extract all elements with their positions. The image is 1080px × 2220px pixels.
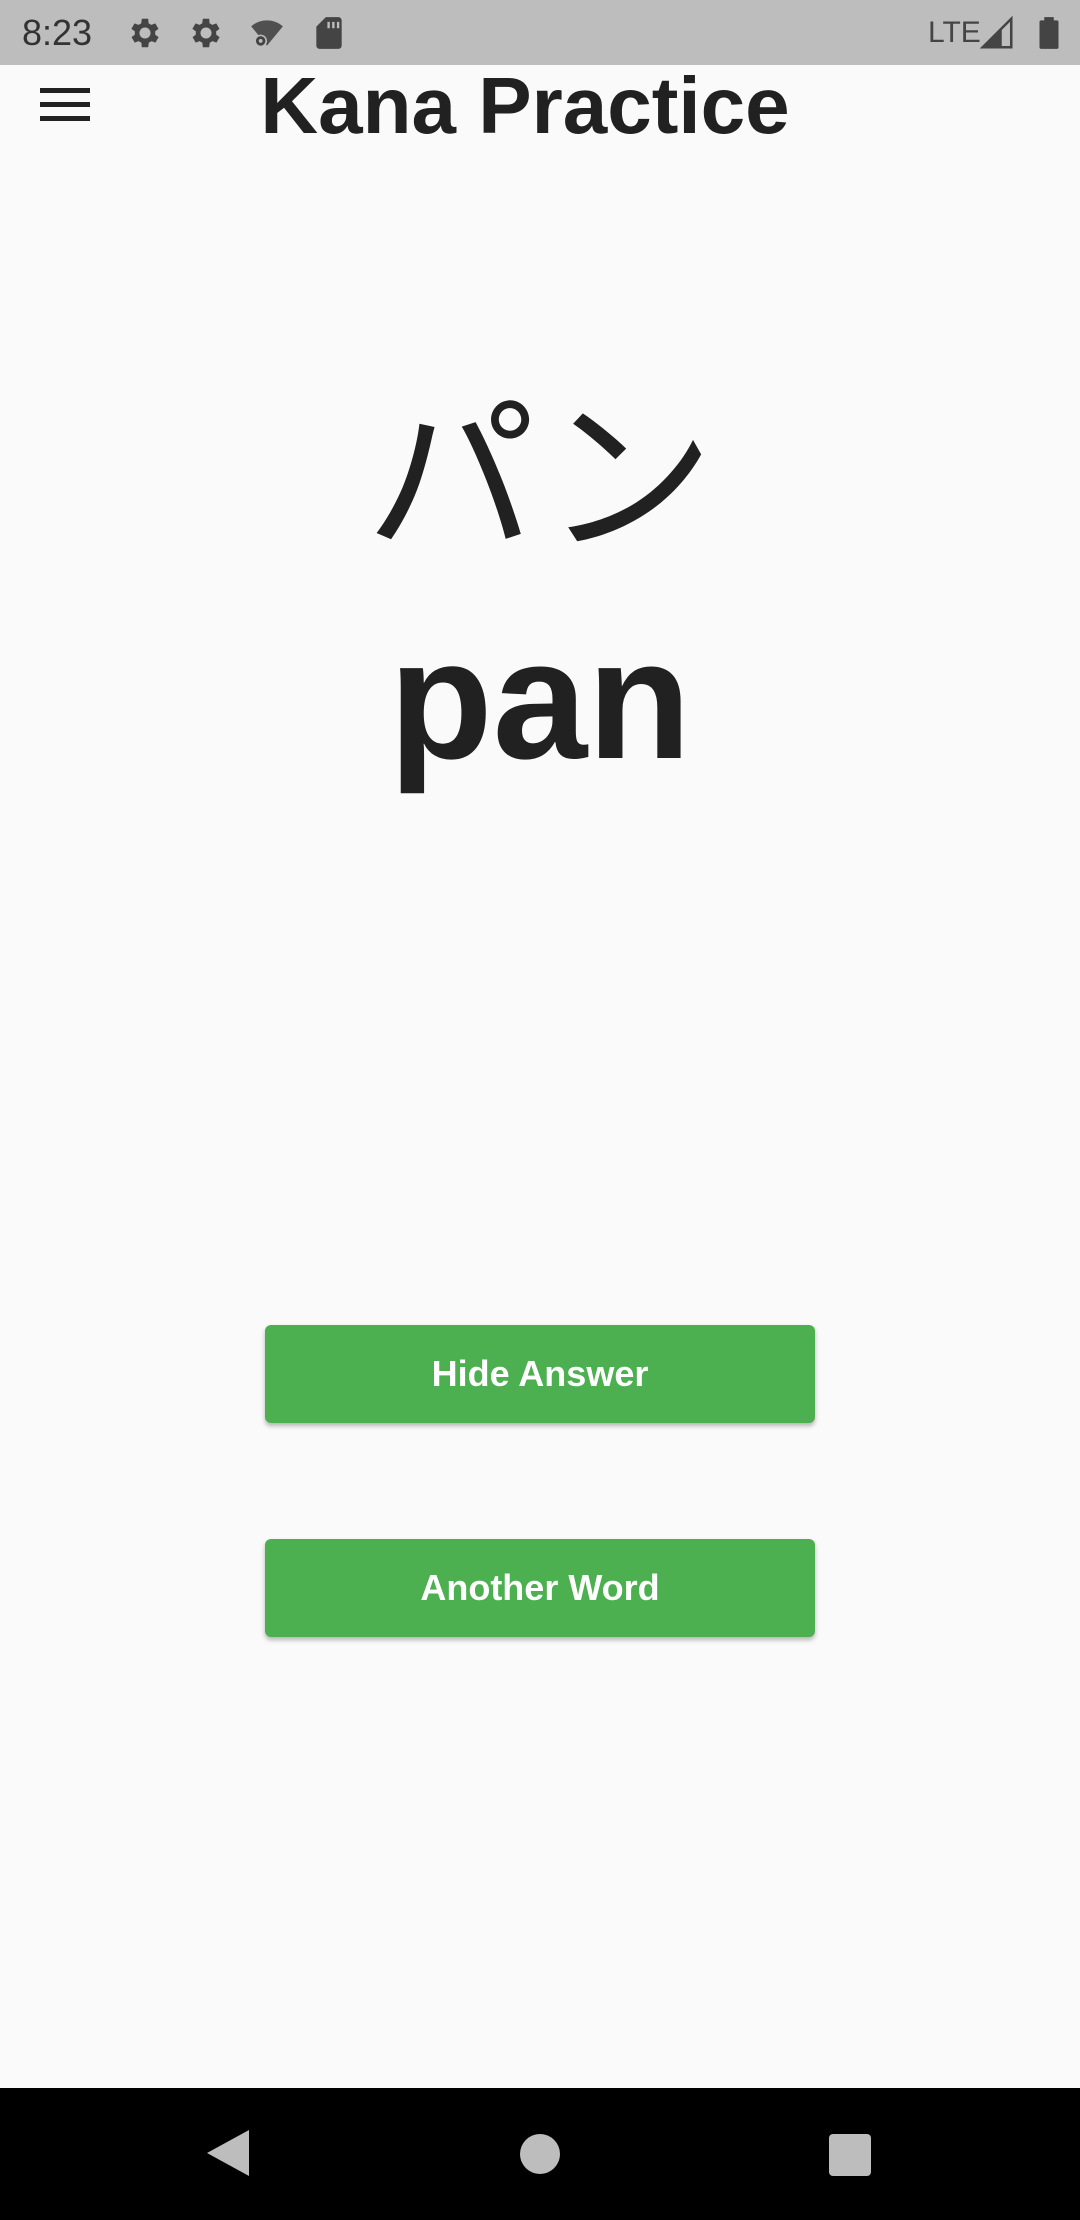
kana-practice-screen: 8:23 LTE Kana Practice パン pan Hide Answe… [0, 0, 1080, 2220]
status-time: 8:23 [22, 12, 93, 53]
wifi-settings-icon [248, 14, 286, 52]
gear-icon [126, 14, 164, 52]
sd-card-icon [310, 14, 348, 52]
romaji-answer: pan [388, 605, 692, 795]
network-type: LTE [928, 16, 981, 49]
home-icon[interactable] [520, 2134, 560, 2174]
gear-icon [187, 14, 225, 52]
recents-icon[interactable] [829, 2134, 871, 2176]
back-icon[interactable] [205, 2128, 251, 2178]
battery-icon [1030, 14, 1068, 52]
kana-word: パン [365, 381, 715, 579]
another-word-button[interactable]: Another Word [265, 1539, 815, 1637]
navigation-bar [0, 2088, 1080, 2220]
page-title: Kana Practice [260, 61, 790, 150]
hide-answer-button[interactable]: Hide Answer [265, 1325, 815, 1423]
cell-signal-icon [978, 14, 1016, 52]
